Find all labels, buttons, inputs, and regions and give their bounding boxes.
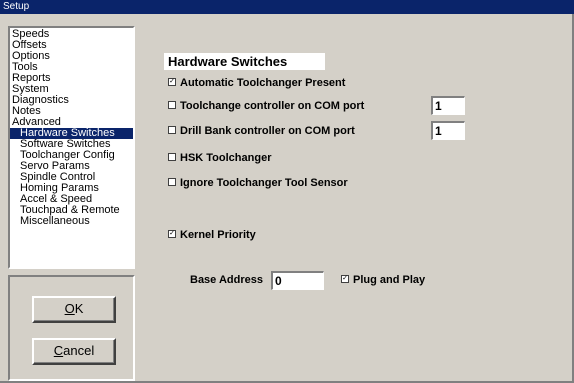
drillbank-com-checkbox[interactable] [168, 126, 176, 135]
base-address-label: Base Address [190, 274, 263, 286]
auto-toolchanger-option[interactable]: ✓ Automatic Toolchanger Present [168, 76, 345, 90]
base-address-field[interactable]: 0 [271, 271, 324, 290]
drillbank-com-port-field[interactable]: 1 [431, 121, 465, 140]
section-title: Hardware Switches [164, 53, 325, 70]
plug-and-play-option[interactable]: ✓ Plug and Play [341, 273, 425, 287]
kernel-priority-option[interactable]: ✓ Kernel Priority [168, 228, 256, 242]
plug-and-play-checkbox[interactable]: ✓ [341, 275, 349, 284]
ok-label-rest: K [74, 301, 84, 316]
ok-mnemonic: O [64, 301, 75, 316]
toolchange-com-option[interactable]: Toolchange controller on COM port [168, 99, 364, 113]
kernel-priority-label: Kernel Priority [180, 229, 256, 241]
window-title: Setup [3, 1, 30, 12]
dialog-buttons-group: OK Cancel [8, 275, 135, 381]
ignore-sensor-option[interactable]: Ignore Toolchanger Tool Sensor [168, 176, 348, 190]
ignore-sensor-label: Ignore Toolchanger Tool Sensor [180, 177, 348, 189]
title-bar: Setup [0, 0, 574, 14]
auto-toolchanger-checkbox[interactable]: ✓ [168, 78, 176, 87]
auto-toolchanger-label: Automatic Toolchanger Present [180, 77, 346, 89]
plug-and-play-label: Plug and Play [353, 274, 426, 286]
cancel-button[interactable]: Cancel [32, 338, 116, 365]
ignore-sensor-checkbox[interactable] [168, 178, 176, 187]
toolchange-com-checkbox[interactable] [168, 101, 176, 110]
toolchange-com-label: Toolchange controller on COM port [180, 100, 365, 112]
drillbank-com-option[interactable]: Drill Bank controller on COM port [168, 124, 355, 138]
drillbank-com-label: Drill Bank controller on COM port [180, 125, 355, 137]
ok-button[interactable]: OK [32, 296, 116, 323]
toolchange-com-port-field[interactable]: 1 [431, 96, 465, 115]
hsk-toolchanger-option[interactable]: HSK Toolchanger [168, 151, 271, 165]
cancel-mnemonic: C [53, 343, 64, 358]
hsk-toolchanger-label: HSK Toolchanger [180, 152, 272, 164]
hsk-toolchanger-checkbox[interactable] [168, 153, 176, 162]
kernel-priority-checkbox[interactable]: ✓ [168, 230, 176, 239]
settings-category-list[interactable]: Speeds Offsets Options Tools Reports Sys… [8, 26, 135, 269]
cancel-label-rest: ancel [63, 343, 95, 358]
nav-item-miscellaneous[interactable]: Miscellaneous [10, 216, 133, 227]
